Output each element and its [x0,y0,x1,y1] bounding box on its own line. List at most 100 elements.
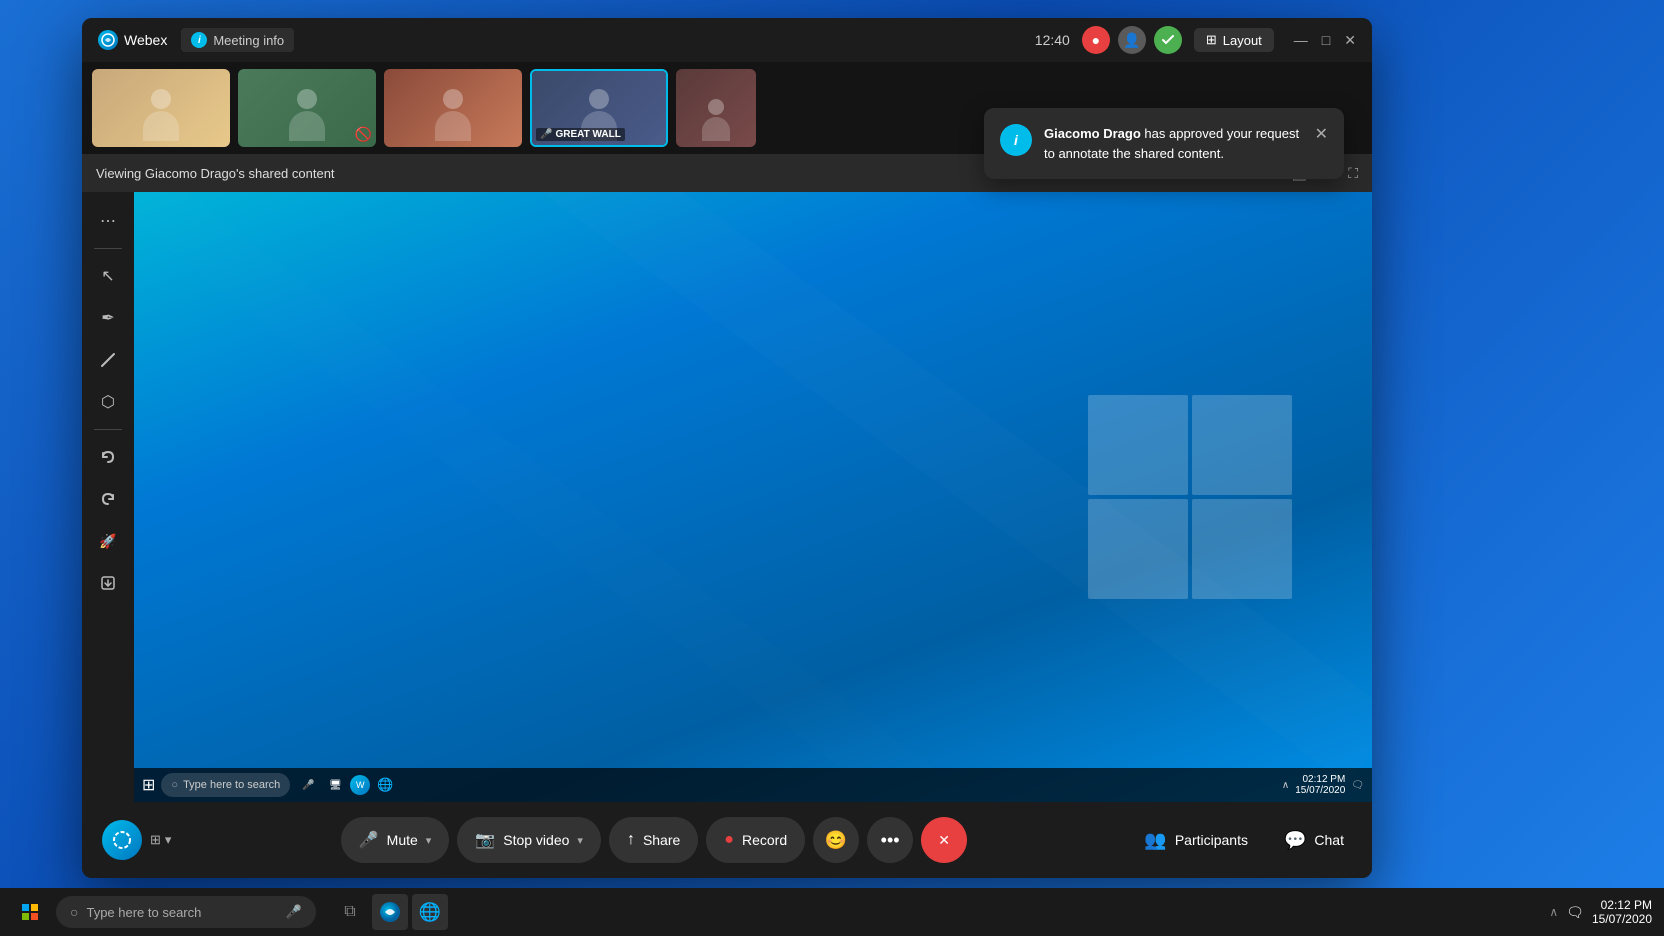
stop-video-button[interactable]: 📷 Stop video ▾ [457,817,601,863]
taskbar-edge-icon[interactable]: 🌐 [412,894,448,930]
shared-screen: ⊞ ○ Type here to search 🎤 🖥 W 🌐 ∧ [134,192,1372,802]
windows-pane-3 [1088,499,1188,599]
laser-pointer-button[interactable]: 🚀 [89,522,127,560]
mute-chevron[interactable]: ▾ [426,834,432,847]
meeting-info-icon: i [191,32,207,48]
more-options-button[interactable]: ••• [867,817,913,863]
title-icons: ● 👤 [1082,26,1182,54]
participant-thumb-3[interactable] [384,69,522,147]
notification-toast: i Giacomo Drago has approved your reques… [984,108,1344,179]
save-icon [100,575,116,591]
layout-button[interactable]: ⊞ Layout [1194,28,1274,52]
taskbar-time-text: 02:12 PM [1601,898,1652,912]
pencil-tool-button[interactable]: ✒ [89,299,127,337]
layout-chevron-icon: ▾ [165,832,172,848]
meeting-info-tab[interactable]: i Meeting info [181,28,294,52]
taskbar-apps: ⧉ 🌐 [332,894,448,930]
inner-taskbar: ⊞ ○ Type here to search 🎤 🖥 W 🌐 ∧ [134,768,1372,802]
windows-pane-1 [1088,395,1188,495]
mute-button[interactable]: 🎤 Mute ▾ [341,817,450,863]
taskbar-search-box[interactable]: ○ Type here to search 🎤 [56,896,316,928]
toolbar-right: 👥 Participants 💬 Chat [1136,822,1352,859]
taskbar-date-text: 15/07/2020 [1592,912,1652,926]
title-bar-left: Webex i Meeting info [98,28,294,52]
title-bar: Webex i Meeting info 12:40 ● 👤 ⊞ Layout [82,18,1372,62]
toast-close-button[interactable]: ✕ [1315,124,1328,144]
inner-webex-icon: W [350,775,370,795]
participants-icon: 👥 [1144,830,1166,851]
participant-thumb-4[interactable]: 🎤 GREAT WALL [530,69,668,147]
inner-clock: 02:12 PM 15/07/2020 [1295,774,1345,796]
taskbar-chevron-icon: ∧ [1549,905,1558,919]
end-call-button[interactable]: ✕ [921,817,967,863]
cursor-tool-button[interactable]: ↖ [89,257,127,295]
person-body [143,111,179,141]
taskbar-webex-icon[interactable] [372,894,408,930]
undo-button[interactable] [89,438,127,476]
windows-start-button[interactable] [12,894,48,930]
profile-icon[interactable]: 👤 [1118,26,1146,54]
mute-label: Mute [387,832,418,848]
toast-icon: i [1000,124,1032,156]
toast-name: Giacomo Drago [1044,126,1141,141]
close-button[interactable]: ✕ [1344,32,1356,49]
chat-button[interactable]: 💬 Chat [1276,822,1352,859]
layout-toggle-button[interactable]: ⊞ ▾ [150,832,171,848]
cursor-icon: ↖ [101,266,114,286]
windows-desktop: ⊞ ○ Type here to search 🎤 🖥 W 🌐 ∧ [134,192,1372,802]
status-icon [1154,26,1182,54]
chat-label: Chat [1314,832,1344,848]
webex-indicator [102,820,142,860]
mic-icon: 🎤 [540,129,552,140]
redo-button[interactable] [89,480,127,518]
mute-icon: 🚫 [355,126,372,143]
person-head [297,89,317,109]
toolbar-separator-2 [94,429,122,430]
taskbar-notification-icon[interactable]: 🗨 [1566,904,1584,921]
record-button[interactable]: ● Record [706,817,805,863]
eraser-icon: ⬡ [101,392,115,412]
participant-thumb-1[interactable] [92,69,230,147]
taskbar-multitasking-icon[interactable]: ⧉ [332,894,368,930]
reaction-icon: 😊 [825,830,847,851]
chat-icon: 💬 [1284,830,1306,851]
more-icon: ••• [881,830,900,851]
reactions-button[interactable]: 😊 [813,817,859,863]
share-button[interactable]: ↑ Share [609,817,698,863]
person-head [443,89,463,109]
inner-search: ○ Type here to search [161,773,290,797]
window-controls: — □ ✕ [1294,32,1356,49]
share-icon: ↑ [627,831,635,849]
inner-chevron-icon: ∧ [1282,780,1289,791]
meeting-toolbar: ⊞ ▾ 🎤 Mute ▾ 📷 Stop video ▾ ↑ Share [82,802,1372,878]
taskbar-mic-icon: 🎤 [286,904,302,920]
video-chevron[interactable]: ▾ [577,834,583,847]
inner-notification-icon: 🗨 [1351,780,1364,791]
line-icon [100,352,116,368]
participant-label: 🎤 GREAT WALL [536,128,625,141]
webex-ring-icon [112,830,132,850]
windows-pane-2 [1192,395,1292,495]
mute-icon: 🎤 [359,830,379,850]
content-area: ⋯ ↖ ✒ ⬡ [82,192,1372,802]
fullscreen-icon[interactable]: ⛶ [1348,165,1358,182]
participant-thumb-5[interactable] [676,69,756,147]
meeting-time: 12:40 [1035,32,1070,48]
inner-view-icon: 🖥 [323,773,347,797]
windows-taskbar: ○ Type here to search 🎤 ⧉ 🌐 ∧ 🗨 02:12 PM [0,888,1664,936]
save-button[interactable] [89,564,127,602]
inner-apps: 🎤 🖥 W 🌐 [296,773,397,797]
taskbar-search-text: Type here to search [86,905,277,920]
minimize-button[interactable]: — [1294,32,1308,48]
annotation-toolbar: ⋯ ↖ ✒ ⬡ [82,192,134,802]
participant-thumb-2[interactable]: 🚫 [238,69,376,147]
line-tool-button[interactable] [89,341,127,379]
windows-logo [1088,395,1292,599]
participants-button[interactable]: 👥 Participants [1136,822,1256,859]
eraser-tool-button[interactable]: ⬡ [89,383,127,421]
toolbar-separator [94,248,122,249]
more-tools-button[interactable]: ⋯ [89,202,127,240]
maximize-button[interactable]: □ [1322,32,1330,48]
inner-time-text: 02:12 PM [1302,774,1345,785]
toast-text: Giacomo Drago has approved your request … [1044,124,1303,163]
